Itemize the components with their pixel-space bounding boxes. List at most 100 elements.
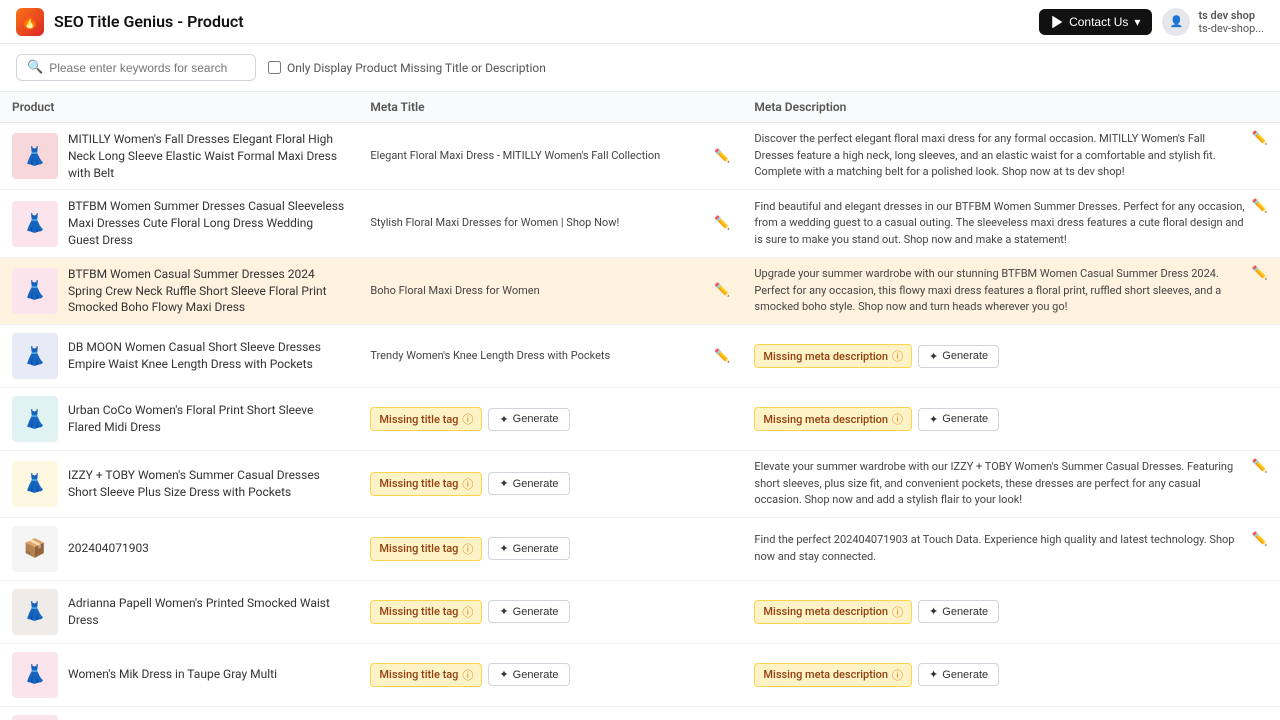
product-image: 👗 (12, 133, 58, 179)
user-info: 👤 ts dev shop ts-dev-shop... (1162, 8, 1264, 36)
generate-icon: ✦ (929, 350, 938, 363)
missing-title-text: Missing title tag (379, 477, 458, 490)
product-cell: 👗 Adrianna Papell Women's Printed Smocke… (0, 580, 358, 643)
product-image: 👗 (12, 333, 58, 379)
meta-title-text: Boho Floral Maxi Dress for Women (370, 283, 708, 300)
missing-desc-text: Missing meta description (763, 668, 888, 681)
missing-desc-badge: Missing meta description ⓘ (754, 344, 912, 368)
missing-filter-checkbox[interactable] (268, 61, 281, 74)
missing-filter-label[interactable]: Only Display Product Missing Title or De… (268, 61, 546, 75)
user-name: ts dev shop (1198, 9, 1264, 22)
generate-icon: ✦ (929, 605, 938, 618)
missing-title-text: Missing title tag (379, 542, 458, 555)
search-input[interactable] (49, 61, 245, 75)
generate-title-button[interactable]: ✦ Generate (488, 472, 569, 495)
meta-desc-filled: Upgrade your summer wardrobe with our st… (754, 266, 1268, 316)
search-icon: 🔍 (27, 60, 43, 75)
generate-title-button[interactable]: ✦ Generate (488, 408, 569, 431)
products-table: Product Meta Title Meta Description 👗 MI… (0, 92, 1280, 720)
missing-desc-text: Missing meta description (763, 350, 888, 363)
col-header-meta-title: Meta Title (358, 92, 742, 123)
product-cell-inner: 👗 Urban CoCo Women's Floral Print Short … (12, 396, 346, 442)
product-image: 👗 (12, 396, 58, 442)
table-container[interactable]: Product Meta Title Meta Description 👗 MI… (0, 92, 1280, 720)
meta-title-filled: Trendy Women's Knee Length Dress with Po… (370, 348, 730, 365)
generate-desc-button[interactable]: ✦ Generate (918, 345, 999, 368)
missing-desc-badge: Missing meta description ⓘ (754, 663, 912, 687)
missing-desc-badge: Missing meta description ⓘ (754, 600, 912, 624)
header-right: Contact Us ▾ 👤 ts dev shop ts-dev-shop..… (1039, 8, 1264, 36)
product-name: MITILLY Women's Fall Dresses Elegant Flo… (68, 131, 346, 181)
generate-title-label: Generate (513, 606, 559, 618)
product-name: IZZY + TOBY Women's Summer Casual Dresse… (68, 467, 346, 501)
col-header-meta-desc: Meta Description (742, 92, 1280, 123)
product-cell-inner: 👗 BTFBM Women Summer Dresses Casual Slee… (12, 198, 346, 248)
meta-desc-cell: Missing meta description ⓘ ✦ Generate (742, 706, 1280, 720)
col-header-product: Product (0, 92, 358, 123)
contact-button[interactable]: Contact Us ▾ (1039, 9, 1152, 35)
product-name: Women's Mik Dress in Taupe Gray Multi (68, 666, 277, 683)
info-icon: ⓘ (462, 604, 473, 620)
generate-icon: ✦ (499, 413, 508, 426)
product-cell-inner: 👗 BTFBM Women Casual Summer Dresses 2024… (12, 266, 346, 316)
edit-desc-icon[interactable]: ✏️ (1252, 131, 1268, 146)
edit-desc-icon[interactable]: ✏️ (1252, 532, 1268, 547)
generate-title-label: Generate (513, 413, 559, 425)
product-name: Adrianna Papell Women's Printed Smocked … (68, 595, 346, 629)
product-cell: 👗 MITILLY Women's Fall Dresses Elegant F… (0, 123, 358, 190)
edit-desc-icon[interactable]: ✏️ (1252, 459, 1268, 474)
header: 🔥 SEO Title Genius - Product Contact Us … (0, 0, 1280, 44)
product-name: 202404071903 (68, 540, 149, 557)
info-icon: ⓘ (462, 476, 473, 492)
missing-desc-badge: Missing meta description ⓘ (754, 407, 912, 431)
edit-title-icon[interactable]: ✏️ (714, 216, 730, 231)
meta-desc-cell: Missing meta description ⓘ ✦ Generate (742, 580, 1280, 643)
missing-desc-text: Missing meta description (763, 605, 888, 618)
missing-title-text: Missing title tag (379, 605, 458, 618)
product-image: 📦 (12, 526, 58, 572)
meta-title-filled: Stylish Floral Maxi Dresses for Women | … (370, 215, 730, 232)
meta-title-text: Elegant Floral Maxi Dress - MITILLY Wome… (370, 148, 708, 165)
product-image: 👗 (12, 652, 58, 698)
missing-filter-text: Only Display Product Missing Title or De… (287, 61, 546, 75)
product-image: 👗 (12, 715, 58, 720)
edit-title-icon[interactable]: ✏️ (714, 283, 730, 298)
generate-icon: ✦ (929, 668, 938, 681)
meta-desc-filled: Find the perfect 202404071903 at Touch D… (754, 532, 1268, 565)
meta-title-cell: Missing title tag ⓘ ✦ Generate (358, 643, 742, 706)
meta-desc-cell: Discover the perfect elegant floral maxi… (742, 123, 1280, 190)
edit-desc-icon[interactable]: ✏️ (1252, 199, 1268, 214)
search-box[interactable]: 🔍 (16, 54, 256, 81)
product-image: 👗 (12, 268, 58, 314)
meta-title-cell: Elegant Floral Maxi Dress - MITILLY Wome… (358, 123, 742, 190)
generate-title-button[interactable]: ✦ Generate (488, 600, 569, 623)
generate-icon: ✦ (499, 477, 508, 490)
info-icon: ⓘ (892, 411, 903, 427)
missing-desc-text: Missing meta description (763, 413, 888, 426)
missing-title-badge: Missing title tag ⓘ (370, 472, 482, 496)
missing-title-badge: Missing title tag ⓘ (370, 407, 482, 431)
meta-desc-missing: Missing meta description ⓘ ✦ Generate (754, 600, 1268, 624)
product-name: Urban CoCo Women's Floral Print Short Sl… (68, 402, 346, 436)
info-icon: ⓘ (462, 541, 473, 557)
generate-title-button[interactable]: ✦ Generate (488, 537, 569, 560)
missing-title-text: Missing title tag (379, 668, 458, 681)
meta-desc-missing: Missing meta description ⓘ ✦ Generate (754, 407, 1268, 431)
product-cell-inner: 👗 Adrianna Papell Women's Printed Smocke… (12, 589, 346, 635)
generate-title-button[interactable]: ✦ Generate (488, 663, 569, 686)
info-icon: ⓘ (892, 348, 903, 364)
meta-title-text: Stylish Floral Maxi Dresses for Women | … (370, 215, 708, 232)
meta-title-cell: Trendy Women's Knee Length Dress with Po… (358, 325, 742, 388)
meta-title-cell: Stylish Floral Maxi Dresses for Women | … (358, 190, 742, 257)
meta-desc-text: Elevate your summer wardrobe with our IZ… (754, 459, 1245, 509)
user-text: ts dev shop ts-dev-shop... (1198, 9, 1264, 35)
product-cell-inner: 👗 Women's Mik Dress in Taupe Gray Multi (12, 652, 346, 698)
edit-title-icon[interactable]: ✏️ (714, 149, 730, 164)
generate-icon: ✦ (499, 668, 508, 681)
edit-desc-icon[interactable]: ✏️ (1252, 266, 1268, 281)
generate-desc-button[interactable]: ✦ Generate (918, 663, 999, 686)
edit-title-icon[interactable]: ✏️ (714, 349, 730, 364)
generate-icon: ✦ (929, 413, 938, 426)
generate-desc-button[interactable]: ✦ Generate (918, 600, 999, 623)
generate-desc-button[interactable]: ✦ Generate (918, 408, 999, 431)
